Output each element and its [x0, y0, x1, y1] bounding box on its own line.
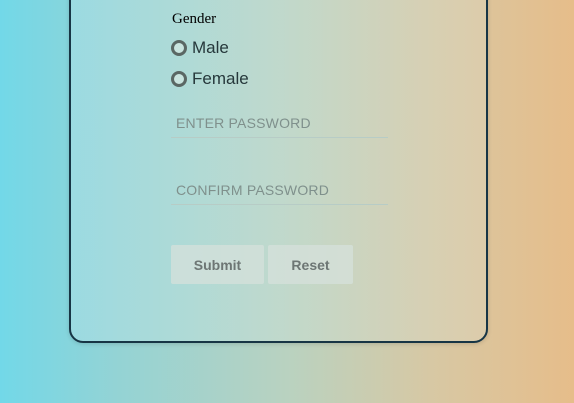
reset-button[interactable]: Reset — [268, 245, 353, 284]
submit-button[interactable]: Submit — [171, 245, 264, 284]
gender-option-male[interactable]: Male — [171, 38, 229, 58]
radio-male-label[interactable]: Male — [192, 38, 229, 58]
radio-male[interactable] — [171, 40, 187, 56]
password-placeholder: ENTER PASSWORD — [176, 115, 311, 131]
gender-option-female[interactable]: Female — [171, 69, 249, 89]
form-card — [69, 0, 488, 343]
gender-label: Gender — [172, 11, 217, 27]
radio-female-label[interactable]: Female — [192, 69, 249, 89]
password-input[interactable]: ENTER PASSWORD — [171, 111, 388, 138]
confirm-password-placeholder: CONFIRM PASSWORD — [176, 182, 330, 198]
confirm-password-input[interactable]: CONFIRM PASSWORD — [171, 178, 388, 205]
radio-female[interactable] — [171, 71, 187, 87]
